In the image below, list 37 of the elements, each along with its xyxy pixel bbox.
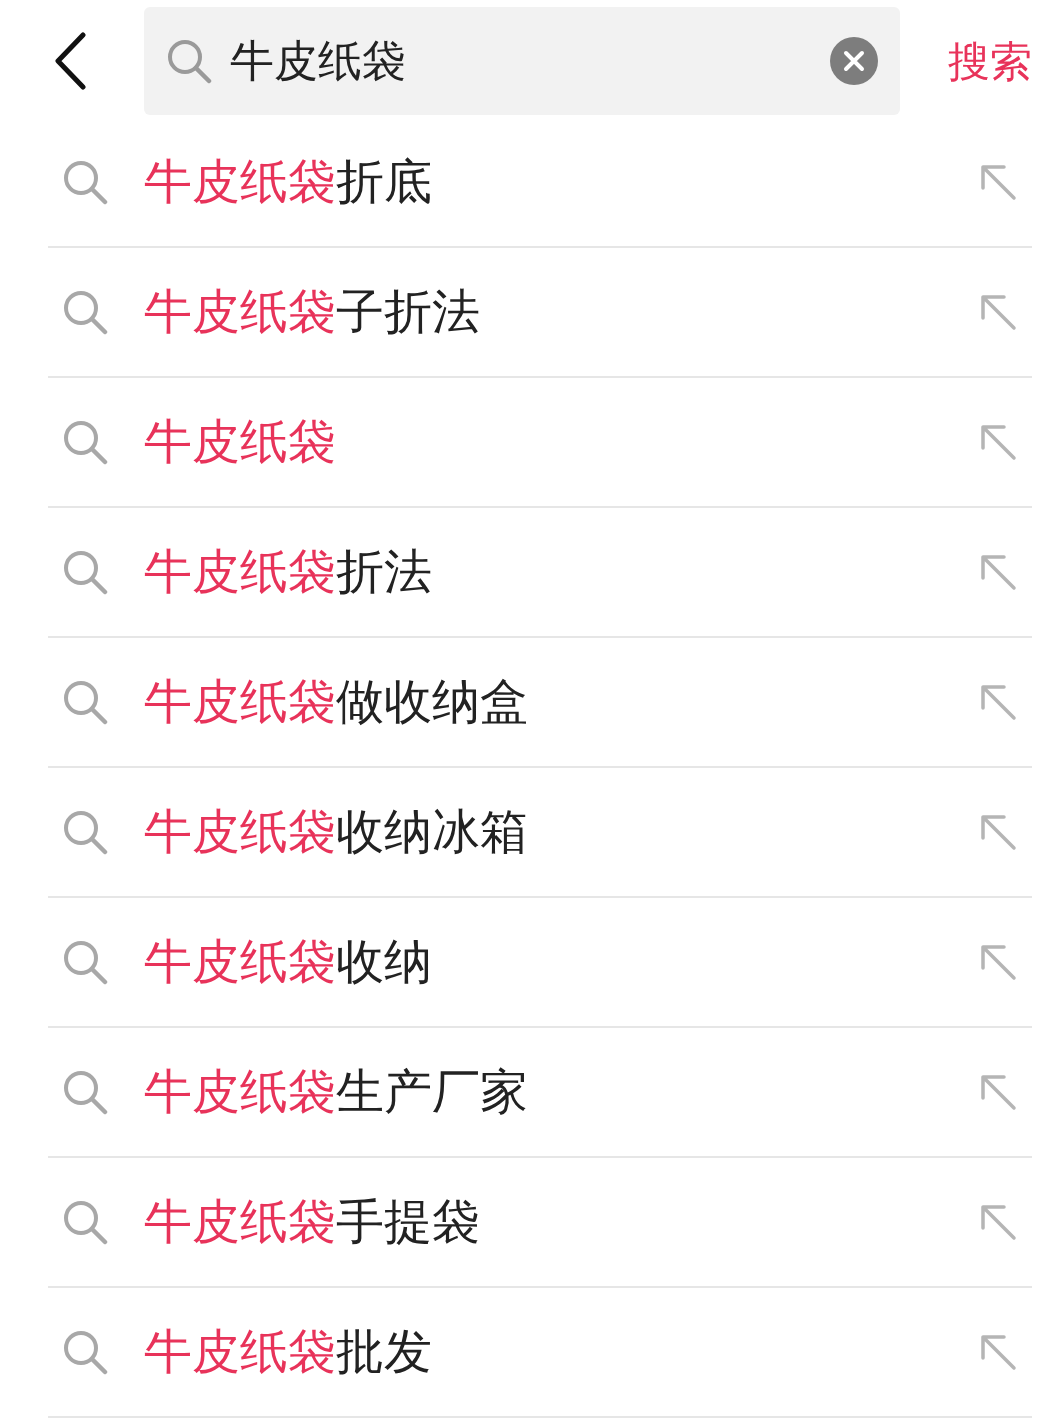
suggestion-item[interactable]: 牛皮纸袋折法 [48,508,1032,638]
search-bar[interactable]: 牛皮纸袋 [144,7,900,115]
suggestion-item[interactable]: 牛皮纸袋生产厂家 [48,1028,1032,1158]
search-icon [62,159,108,205]
suggestion-item[interactable]: 牛皮纸袋收纳 [48,898,1032,1028]
suggestion-text: 牛皮纸袋手提袋 [144,1193,481,1251]
suggestion-item[interactable]: 牛皮纸袋折底 [48,118,1032,248]
suggestion-text: 牛皮纸袋做收纳盒 [144,673,529,731]
suggestion-text: 牛皮纸袋批发 [144,1323,433,1381]
suggestion-text: 牛皮纸袋生产厂家 [144,1063,529,1121]
search-icon [62,1329,108,1375]
suggestion-item[interactable]: 牛皮纸袋手提袋 [48,1158,1032,1288]
search-icon [166,38,212,84]
search-icon [62,679,108,725]
search-icon [62,1069,108,1115]
clear-button[interactable] [830,37,878,85]
search-icon [62,549,108,595]
suggestion-text: 牛皮纸袋 [144,413,337,471]
suggestion-text: 牛皮纸袋折法 [144,543,433,601]
search-icon [62,1199,108,1245]
suggestion-item[interactable]: 牛皮纸袋批发 [48,1288,1032,1418]
suggestion-item[interactable]: 牛皮纸袋做收纳盒 [48,638,1032,768]
close-icon [843,50,865,72]
suggestion-item[interactable]: 牛皮纸袋收纳冰箱 [48,768,1032,898]
suggestion-item[interactable]: 牛皮纸袋子折法 [48,248,1032,378]
suggestion-text: 牛皮纸袋收纳 [144,933,433,991]
search-icon [62,809,108,855]
search-button[interactable]: 搜索 [948,29,1032,93]
search-field[interactable]: 牛皮纸袋 [212,28,830,94]
suggestion-text: 牛皮纸袋折底 [144,153,433,211]
search-icon [62,419,108,465]
suggestion-text: 牛皮纸袋子折法 [144,283,481,341]
suggestion-item[interactable]: 牛皮纸袋 [48,378,1032,508]
search-icon [62,289,108,335]
chevron-left-icon [53,32,87,90]
search-icon [62,939,108,985]
suggestion-text: 牛皮纸袋收纳冰箱 [144,803,529,861]
